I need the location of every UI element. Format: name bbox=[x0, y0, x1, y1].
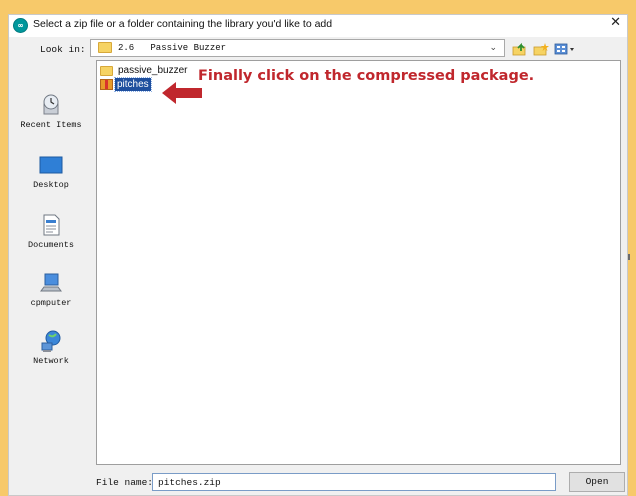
folder-icon bbox=[98, 42, 112, 53]
file-name-value: pitches.zip bbox=[158, 477, 221, 488]
sidebar-item-label: Network bbox=[33, 356, 69, 366]
documents-icon bbox=[43, 214, 60, 236]
window-title: Select a zip file or a folder containing… bbox=[33, 18, 333, 30]
open-button[interactable]: Open bbox=[569, 472, 625, 492]
zip-archive-icon bbox=[100, 79, 113, 90]
arrow-left-icon bbox=[162, 82, 202, 104]
list-item[interactable]: passive_buzzer bbox=[100, 64, 189, 77]
sidebar-item-label: Recent Items bbox=[20, 120, 82, 130]
computer-icon bbox=[40, 273, 62, 292]
sidebar-item-label: cpmputer bbox=[30, 298, 72, 308]
sidebar-item-desktop[interactable]: Desktop bbox=[9, 153, 93, 190]
up-one-level-icon[interactable] bbox=[512, 42, 528, 56]
file-list[interactable]: passive_buzzer pitches bbox=[96, 60, 621, 465]
title-bar: ∞ Select a zip file or a folder containi… bbox=[9, 15, 627, 37]
sidebar-item-label: Documents bbox=[28, 240, 74, 250]
sidebar-item-label: Desktop bbox=[33, 180, 69, 190]
annotation-text: Finally click on the compressed package. bbox=[198, 68, 535, 84]
sidebar-item-recent-items[interactable]: Recent Items bbox=[9, 93, 93, 130]
file-name: passive_buzzer bbox=[118, 65, 188, 76]
arduino-icon: ∞ bbox=[13, 18, 28, 33]
places-sidebar: Recent Items Desktop Documents cpmputer … bbox=[9, 61, 93, 495]
folder-icon bbox=[100, 65, 113, 76]
file-name-input[interactable]: pitches.zip bbox=[152, 473, 556, 491]
file-name: pitches bbox=[114, 77, 152, 92]
chevron-down-icon[interactable]: ⌄ bbox=[489, 43, 497, 53]
look-in-value: 2.6 Passive Buzzer bbox=[118, 43, 227, 53]
look-in-combobox[interactable]: 2.6 Passive Buzzer ⌄ bbox=[90, 39, 505, 57]
sidebar-item-computer[interactable]: cpmputer bbox=[9, 271, 93, 308]
file-name-label: File name: bbox=[96, 477, 154, 488]
new-folder-icon[interactable] bbox=[533, 42, 549, 56]
desktop-icon bbox=[39, 156, 63, 174]
sidebar-item-network[interactable]: Network bbox=[9, 329, 93, 366]
network-icon bbox=[41, 330, 61, 352]
list-item[interactable]: pitches bbox=[100, 77, 152, 92]
close-button[interactable]: ✕ bbox=[610, 15, 621, 30]
file-chooser-dialog: ∞ Select a zip file or a folder containi… bbox=[8, 14, 628, 496]
recent-items-icon bbox=[43, 94, 59, 115]
view-menu-icon[interactable] bbox=[554, 42, 576, 56]
sidebar-item-documents[interactable]: Documents bbox=[9, 213, 93, 250]
look-in-label: Look in: bbox=[40, 44, 86, 55]
window-edge-marker bbox=[628, 254, 630, 260]
